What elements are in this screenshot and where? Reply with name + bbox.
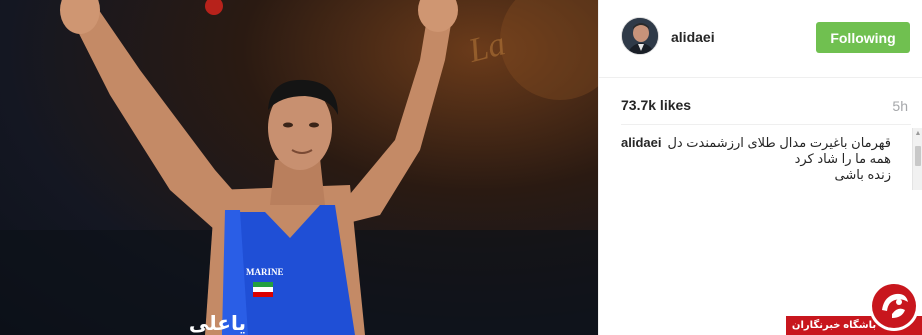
singlet-name: یاعلی (189, 311, 246, 335)
instagram-post-view: La MARINE یاعلی alidaei Following 73.7k … (0, 0, 922, 335)
club-logo-icon (869, 281, 919, 331)
post-photo[interactable]: La MARINE یاعلی (0, 0, 598, 335)
watermark-text: باشگاه خبرنگاران (791, 320, 877, 331)
post-header: alidaei Following (599, 0, 922, 78)
wrestler-illustration: La MARINE یاعلی (0, 0, 598, 335)
avatar-icon (622, 18, 658, 54)
watermark: باشگاه خبرنگاران (786, 280, 922, 335)
caption-line-2: همه ما را شاد کرد (794, 151, 891, 166)
scroll-up-arrow-icon[interactable]: ▲ (913, 128, 922, 140)
caption-line-3: زنده باشی (834, 167, 891, 182)
following-button[interactable]: Following (816, 22, 910, 53)
scroll-thumb[interactable] (915, 146, 921, 166)
user-avatar[interactable] (621, 17, 659, 55)
singlet-text: MARINE (246, 267, 284, 277)
post-username[interactable]: alidaei (671, 29, 715, 45)
likes-divider (621, 124, 911, 125)
caption-username[interactable]: alidaei (621, 135, 661, 151)
caption-first-line: alidaei قهرمان باغیرت مدال طلای ارزشمندت… (621, 135, 891, 151)
likes-count[interactable]: 73.7k likes (621, 97, 691, 113)
post-caption: alidaei قهرمان باغیرت مدال طلای ارزشمندت… (621, 135, 891, 183)
post-time: 5h (892, 98, 908, 114)
caption-scrollbar[interactable]: ▲ (912, 128, 922, 190)
caption-line-1: قهرمان باغیرت مدال طلای ارزشمندت دل (667, 135, 891, 150)
